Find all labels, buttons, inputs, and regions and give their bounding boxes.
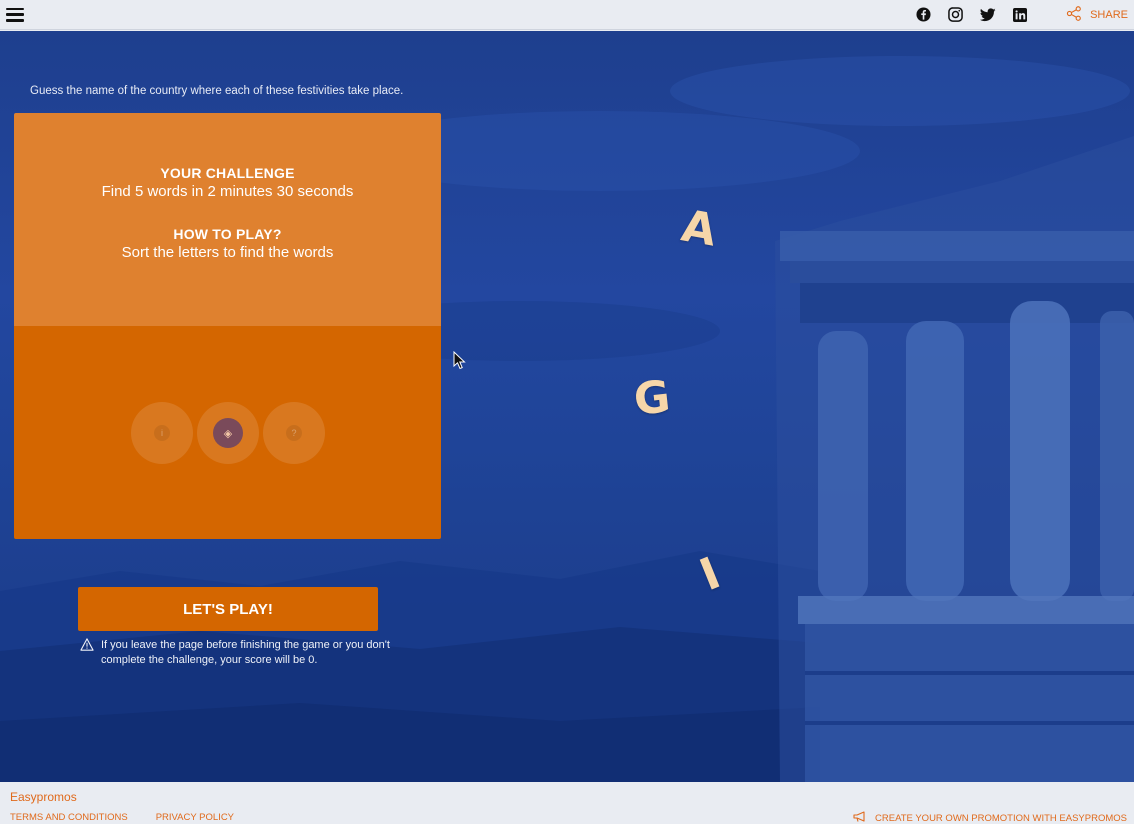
mouse-cursor-icon <box>453 350 466 375</box>
facebook-icon[interactable] <box>915 6 932 23</box>
twitter-icon[interactable] <box>979 6 996 23</box>
question-icon: ? <box>286 425 302 441</box>
topbar-right: SHARE <box>915 5 1128 24</box>
howto-heading: HOW TO PLAY? <box>173 226 282 242</box>
lets-play-button[interactable]: LET'S PLAY! <box>78 587 378 631</box>
privacy-link[interactable]: PRIVACY POLICY <box>156 812 234 823</box>
floating-letter[interactable]: G <box>631 371 672 425</box>
challenge-text: Find 5 words in 2 minutes 30 seconds <box>101 183 354 200</box>
step-indicators: i ◈ ? <box>131 402 325 464</box>
share-icon <box>1066 5 1082 24</box>
share-button[interactable]: SHARE <box>1066 5 1128 24</box>
social-links <box>915 6 1028 23</box>
challenge-panel: YOUR CHALLENGE Find 5 words in 2 minutes… <box>14 113 441 539</box>
warning-icon <box>80 638 95 668</box>
howto-text: Sort the letters to find the words <box>121 244 334 261</box>
instruction-text: Guess the name of the country where each… <box>30 85 404 97</box>
score-warning: If you leave the page before finishing t… <box>80 638 390 668</box>
step-dot-1[interactable]: i <box>131 402 193 464</box>
instagram-icon[interactable] <box>947 6 964 23</box>
top-bar: SHARE <box>0 0 1134 30</box>
footer: Easypromos TERMS AND CONDITIONS PRIVACY … <box>0 782 1134 824</box>
warning-text: If you leave the page before finishing t… <box>101 639 390 666</box>
step-carousel: i ◈ ? <box>14 326 441 539</box>
footer-brand[interactable]: Easypromos <box>10 790 77 804</box>
game-stage: Guess the name of the country where each… <box>0 31 1134 782</box>
megaphone-icon <box>853 811 869 824</box>
terms-link[interactable]: TERMS AND CONDITIONS <box>10 812 128 823</box>
diamond-icon: ◈ <box>213 418 243 448</box>
step-dot-2[interactable]: ◈ <box>197 402 259 464</box>
create-promotion-label: CREATE YOUR OWN PROMOTION WITH EASYPROMO… <box>875 812 1127 824</box>
hamburger-icon[interactable] <box>6 7 24 22</box>
step-dot-3[interactable]: ? <box>263 402 325 464</box>
create-promotion-link[interactable]: CREATE YOUR OWN PROMOTION WITH EASYPROMO… <box>853 811 1127 824</box>
challenge-info: YOUR CHALLENGE Find 5 words in 2 minutes… <box>14 113 441 326</box>
linkedin-icon[interactable] <box>1011 6 1028 23</box>
share-label: SHARE <box>1090 8 1128 21</box>
footer-links: TERMS AND CONDITIONS PRIVACY POLICY <box>10 812 234 823</box>
info-icon: i <box>154 425 170 441</box>
challenge-heading: YOUR CHALLENGE <box>160 165 295 181</box>
